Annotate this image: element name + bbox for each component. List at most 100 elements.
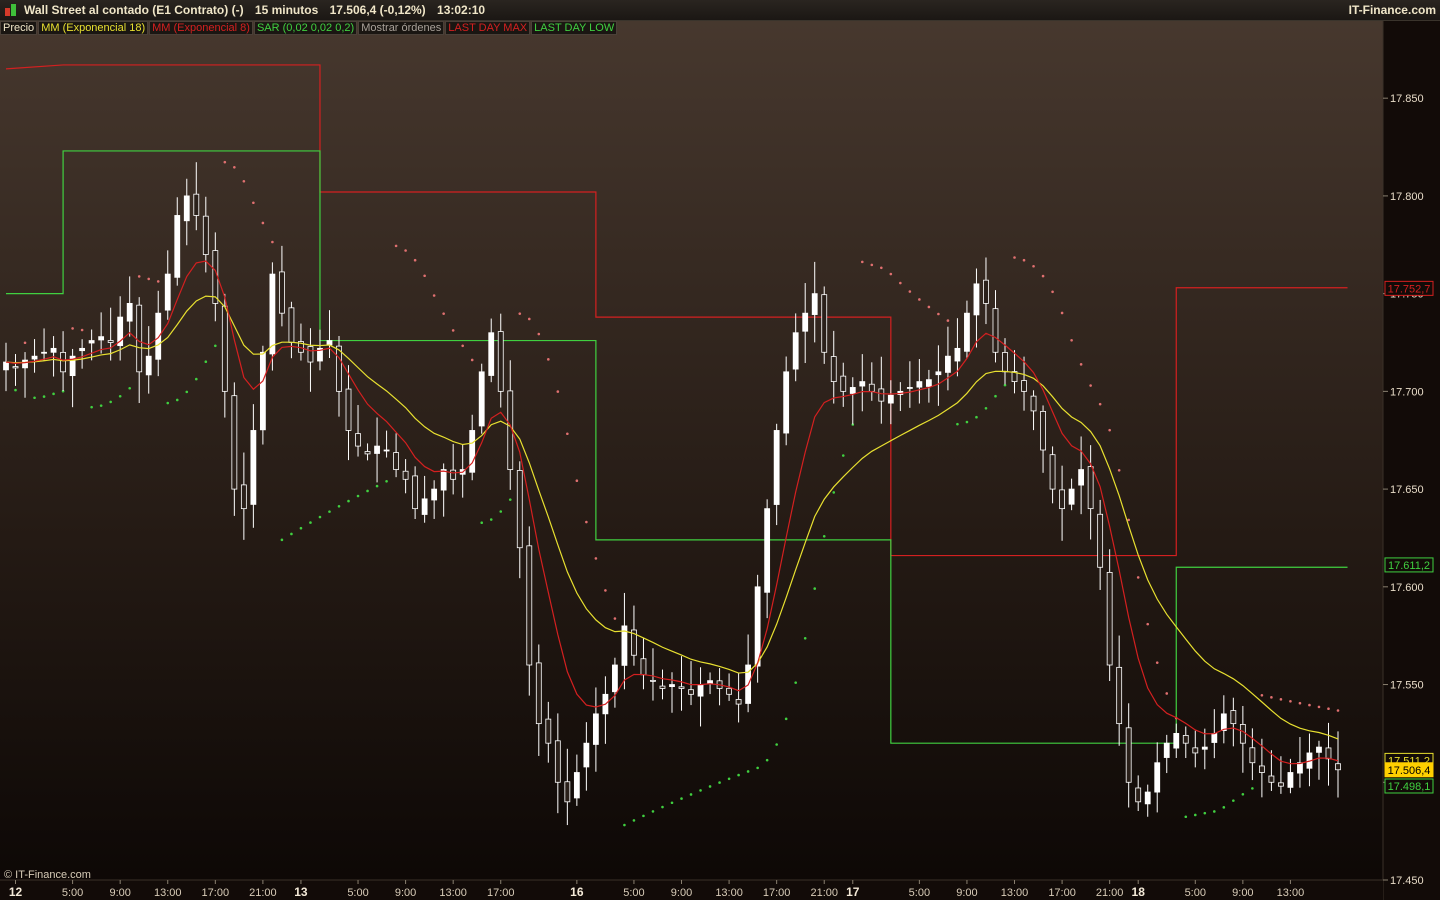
candle-body — [992, 308, 999, 353]
candle-body — [1182, 735, 1189, 744]
candle-body — [1154, 762, 1161, 793]
candle-body — [1335, 763, 1341, 771]
candle-body — [1278, 782, 1284, 787]
candle-body — [450, 469, 457, 480]
y-tick-label: 17.850 — [1390, 93, 1424, 105]
sar-dot — [642, 814, 645, 818]
candle-body — [792, 332, 799, 370]
sar-dot — [1146, 622, 1150, 626]
sar-dot — [499, 510, 503, 513]
candle-body — [840, 375, 847, 392]
price-tag-label: 17.498,1 — [1388, 781, 1431, 793]
candle-body — [22, 359, 28, 369]
x-tick-label: 9:00 — [1232, 887, 1253, 899]
sar-dot — [394, 244, 398, 248]
sar-dot — [965, 420, 969, 424]
y-tick-label: 17.800 — [1390, 191, 1424, 203]
sar-dot — [1232, 799, 1235, 802]
sar-dot — [1155, 661, 1159, 664]
candle-body — [726, 687, 732, 695]
candle-body — [573, 772, 580, 799]
sar-dot — [623, 823, 626, 827]
sar-dot — [1041, 274, 1045, 278]
legend-ema8[interactable]: MM (Exponencial 8) — [149, 21, 253, 35]
candle-body — [50, 347, 57, 353]
candle-body — [288, 307, 295, 343]
legend-precio[interactable]: Precio — [0, 21, 38, 35]
sar-dot — [984, 406, 988, 410]
legend-ema18[interactable]: MM (Exponencial 18) — [38, 21, 149, 35]
candle-body — [764, 508, 771, 593]
candle-body — [269, 273, 276, 355]
sar-dot — [1317, 705, 1321, 709]
sar-dot — [1308, 703, 1311, 707]
legend-last-day-max[interactable]: LAST DAY MAX — [445, 21, 531, 35]
price-chart[interactable]: 17.45017.50017.55017.60017.65017.70017.7… — [0, 0, 1440, 900]
sar-dot — [166, 401, 170, 405]
sar-dot — [1060, 311, 1064, 315]
sar-dot — [480, 521, 484, 525]
sar-dot — [1336, 709, 1340, 712]
sar-dot — [1165, 692, 1169, 695]
sar-dot — [337, 505, 341, 508]
candle-body — [583, 742, 590, 768]
sar-dot — [556, 390, 560, 393]
candle-body — [887, 394, 894, 404]
legend-sar[interactable]: SAR (0,02 0,02 0,2) — [253, 21, 358, 35]
sar-dot — [14, 388, 17, 392]
x-tick-label: 17:00 — [763, 887, 791, 899]
sar-dot — [737, 773, 740, 777]
candle-body — [497, 331, 504, 392]
sar-dot — [927, 305, 931, 309]
x-tick-label: 5:00 — [909, 887, 930, 899]
sar-dot — [880, 266, 883, 270]
sar-dot — [328, 510, 331, 513]
x-tick-label: 16 — [570, 885, 584, 899]
candle-body — [868, 383, 875, 392]
sar-dot — [527, 317, 531, 321]
candle-body — [1002, 352, 1008, 373]
sar-dot — [413, 258, 417, 262]
candle-body — [906, 387, 913, 389]
x-tick-label: 13:00 — [439, 887, 467, 899]
sar-dot — [299, 526, 303, 530]
plot-background — [0, 0, 1440, 900]
candle-body — [145, 355, 152, 376]
legend-show-orders[interactable]: Mostrar órdenes — [358, 21, 445, 35]
candle-body — [345, 388, 352, 431]
candle-body — [688, 689, 694, 695]
candle-body — [374, 445, 380, 454]
candle-body — [259, 351, 266, 431]
sar-dot — [461, 344, 464, 348]
sar-dot — [223, 160, 227, 164]
candle-body — [564, 781, 571, 803]
candle-body — [802, 312, 809, 332]
candle-body — [1125, 727, 1132, 783]
candle-body — [231, 395, 238, 490]
candle-body — [1325, 747, 1332, 760]
candle-body — [1097, 513, 1104, 568]
sar-dot — [1241, 793, 1245, 796]
candle-body — [412, 475, 419, 510]
sar-dot — [975, 415, 978, 419]
candlestick-icon — [5, 4, 17, 16]
sar-dot — [432, 294, 436, 297]
x-tick-label: 17:00 — [1048, 887, 1076, 899]
sar-dot — [33, 396, 36, 400]
sar-dot — [118, 394, 122, 398]
x-tick-label: 5:00 — [623, 887, 644, 899]
x-tick-label: 17:00 — [487, 887, 515, 899]
candle-body — [431, 488, 438, 501]
candle-body — [1258, 765, 1265, 773]
sar-dot — [803, 637, 807, 640]
candle-body — [650, 679, 656, 682]
x-tick-label: 13 — [294, 885, 308, 899]
legend-last-day-low[interactable]: LAST DAY LOW — [531, 21, 618, 35]
candle-body — [279, 271, 285, 314]
sar-dot — [870, 263, 874, 267]
sar-dot — [194, 377, 198, 381]
candle-body — [659, 685, 666, 689]
sar-dot — [1022, 258, 1026, 262]
sar-dot — [547, 358, 550, 361]
candle-body — [183, 195, 190, 222]
